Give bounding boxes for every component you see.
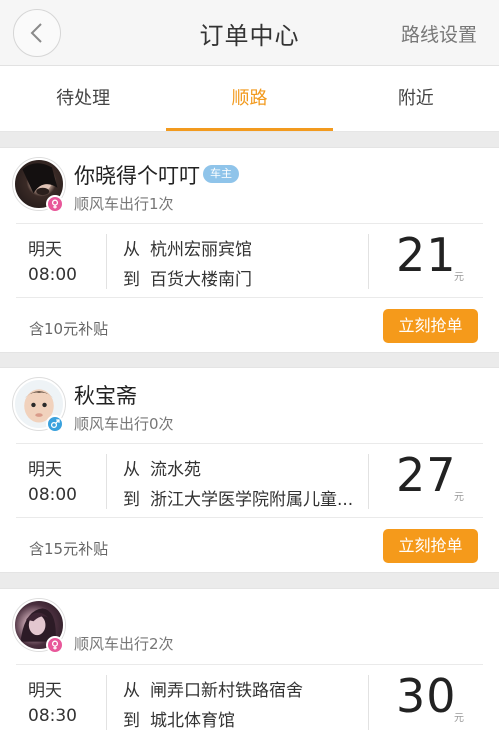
departure-day: 明天 <box>28 240 62 260</box>
grab-order-button[interactable]: 立刻抢单 <box>383 309 478 343</box>
route-info: 明天 08:30 从闸弄口新村铁路宿舍 到城北体育馆 30 元 <box>16 664 483 739</box>
female-icon <box>46 195 64 213</box>
route-info: 明天 08:00 从流水苑 到浙江大学医学院附属儿童... 27 元 <box>16 443 483 518</box>
to-location: 到百货大楼南门 <box>123 270 252 290</box>
order-card[interactable]: 秋宝斋 顺风车出行0次 明天 08:00 从流水苑 到浙江大学医学院附属儿童..… <box>0 367 499 573</box>
departure-time: 08:00 <box>28 265 77 285</box>
route-info: 明天 08:00 从杭州宏丽宾馆 到百货大楼南门 21 元 <box>16 223 483 298</box>
tab-on-the-way[interactable]: 顺路 <box>166 66 333 131</box>
tab-nearby[interactable]: 附近 <box>333 66 499 131</box>
tab-bar: 待处理 顺路 附近 <box>0 66 499 132</box>
price-unit: 元 <box>454 713 464 724</box>
divider <box>106 675 107 730</box>
price-unit: 元 <box>454 272 464 283</box>
divider <box>368 675 369 730</box>
departure-day: 明天 <box>28 681 62 701</box>
price-value: 21 <box>396 228 457 282</box>
trip-count: 顺风车出行0次 <box>74 415 174 433</box>
price-unit: 元 <box>454 492 464 503</box>
route-settings-link[interactable]: 路线设置 <box>401 20 477 47</box>
from-location: 从流水苑 <box>123 460 201 480</box>
order-card[interactable]: 顺风车出行2次 明天 08:30 从闸弄口新村铁路宿舍 到城北体育馆 30 元 <box>0 588 499 740</box>
order-card[interactable]: 你晓得个叮叮 车主 顺风车出行1次 明天 08:00 从杭州宏丽宾馆 到百货大楼… <box>0 147 499 353</box>
subsidy-text: 含15元补贴 <box>29 540 109 558</box>
trip-count: 顺风车出行2次 <box>74 635 174 653</box>
grab-order-button[interactable]: 立刻抢单 <box>383 529 478 563</box>
nickname: 你晓得个叮叮 <box>74 164 200 188</box>
trip-count: 顺风车出行1次 <box>74 195 174 213</box>
male-icon <box>46 415 64 433</box>
divider <box>368 234 369 289</box>
from-location: 从杭州宏丽宾馆 <box>123 240 252 260</box>
divider <box>106 454 107 509</box>
to-location: 到浙江大学医学院附属儿童... <box>123 490 354 510</box>
departure-time: 08:30 <box>28 706 77 726</box>
departure-day: 明天 <box>28 460 62 480</box>
female-icon <box>46 636 64 654</box>
divider <box>106 234 107 289</box>
price-value: 30 <box>396 669 457 723</box>
nickname: 秋宝斋 <box>74 384 137 408</box>
owner-badge: 车主 <box>203 165 239 183</box>
departure-time: 08:00 <box>28 485 77 505</box>
to-location: 到城北体育馆 <box>123 711 235 731</box>
price-value: 27 <box>396 448 457 502</box>
subsidy-text: 含10元补贴 <box>29 320 109 338</box>
header-bar: 订单中心 路线设置 <box>0 0 499 66</box>
from-location: 从闸弄口新村铁路宿舍 <box>123 681 303 701</box>
divider <box>368 454 369 509</box>
tab-pending[interactable]: 待处理 <box>0 66 166 131</box>
